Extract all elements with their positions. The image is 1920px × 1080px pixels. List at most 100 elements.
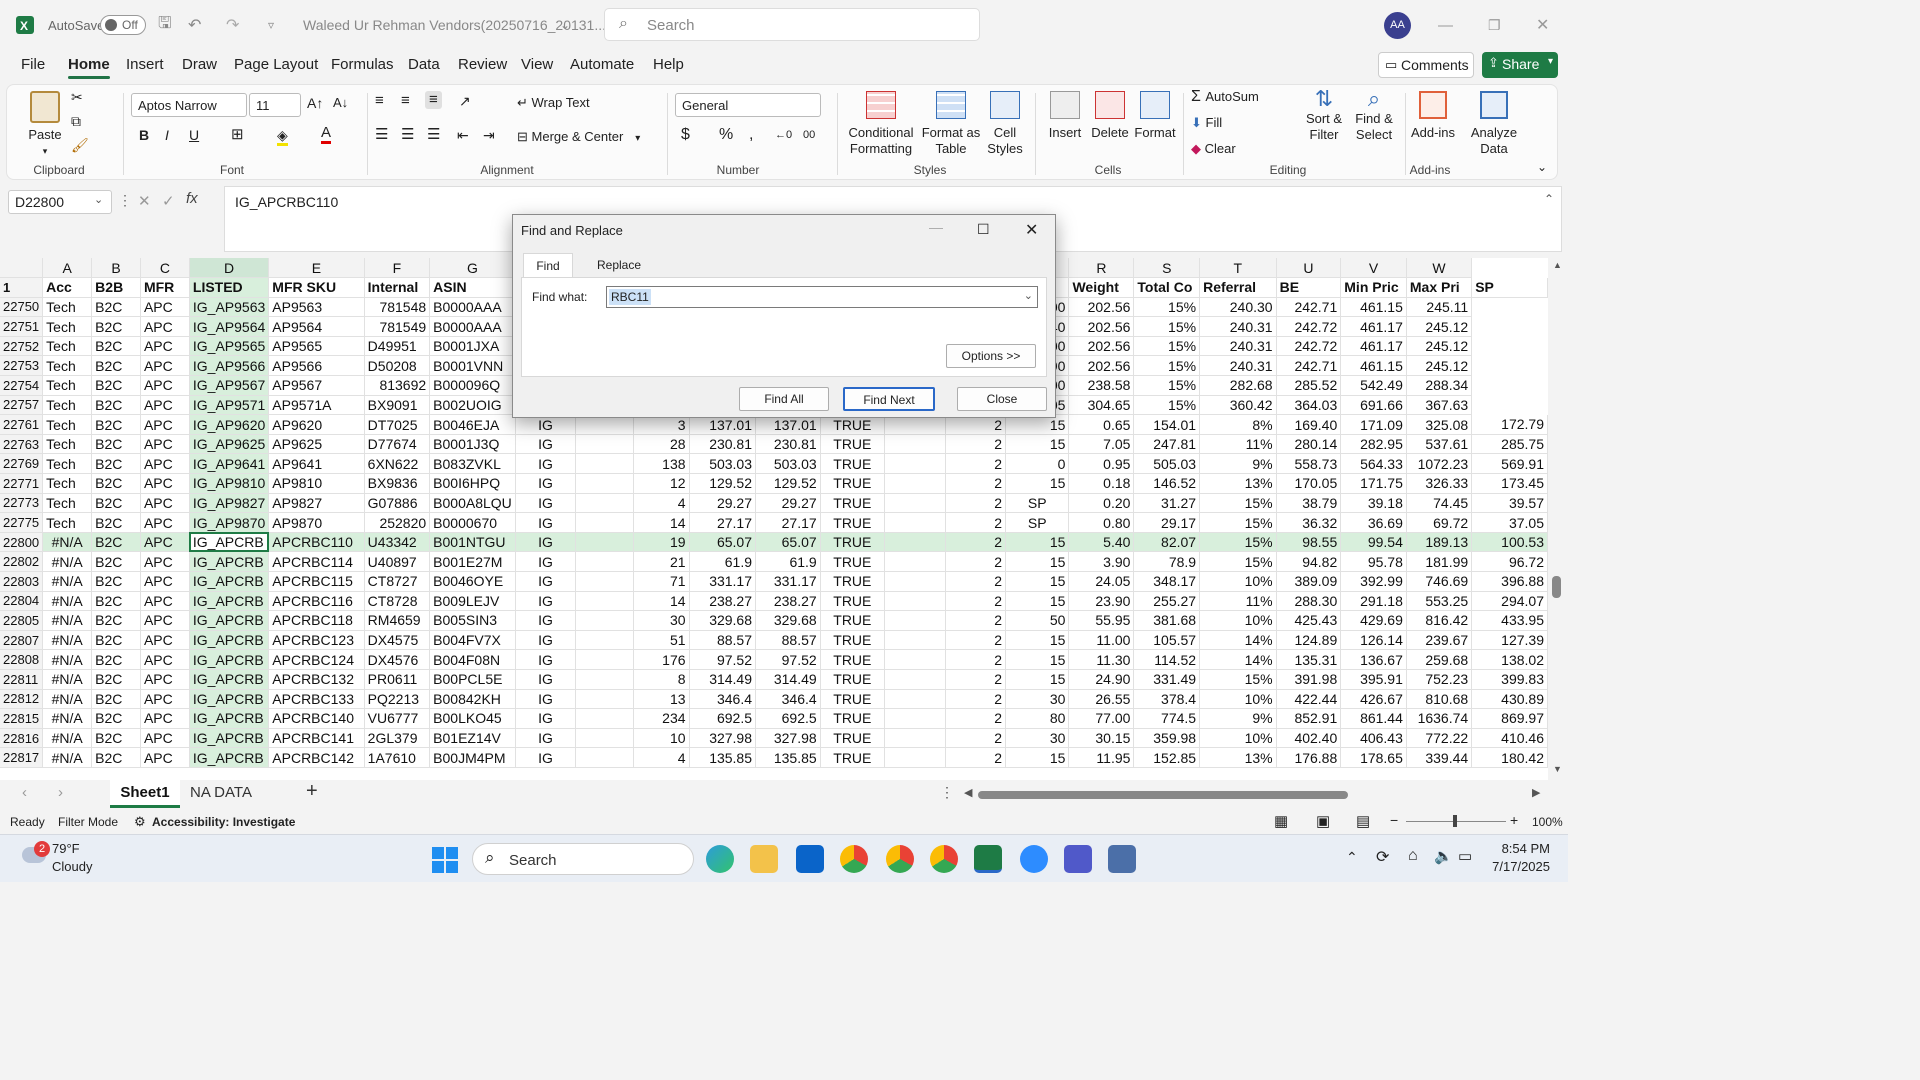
cell[interactable]: APCRBC124 xyxy=(268,649,365,670)
cell[interactable]: 433.95 xyxy=(1471,610,1548,631)
cell[interactable]: APC xyxy=(140,414,190,435)
cell[interactable]: 11% xyxy=(1199,434,1277,455)
sort-filter-button[interactable]: ⇅ Sort & Filter xyxy=(1299,88,1349,143)
cell[interactable]: 202.56 xyxy=(1068,316,1135,337)
row-number[interactable]: 22761 xyxy=(0,414,44,435)
column-header[interactable]: S xyxy=(1133,258,1201,279)
cell[interactable]: 245.12 xyxy=(1406,336,1473,357)
cell[interactable]: 537.61 xyxy=(1406,434,1473,455)
normal-view-icon[interactable]: ▦ xyxy=(1274,812,1288,830)
cell[interactable]: 7.05 xyxy=(1068,434,1135,455)
header-cell[interactable]: Referral xyxy=(1199,277,1277,298)
cell[interactable] xyxy=(884,630,947,651)
cell[interactable]: 2 xyxy=(945,473,1007,494)
cell[interactable]: 171.75 xyxy=(1340,473,1407,494)
cell[interactable]: APC xyxy=(140,355,190,377)
cell[interactable]: 327.98 xyxy=(755,728,821,749)
cell[interactable]: 30 xyxy=(1005,689,1070,710)
cell[interactable]: APC xyxy=(140,493,190,514)
cell[interactable]: 4 xyxy=(633,493,690,514)
cell[interactable]: 0 xyxy=(1005,453,1070,475)
cell[interactable]: B0001J3Q xyxy=(429,434,516,455)
cell[interactable]: APC xyxy=(140,630,190,651)
cell[interactable]: Tech xyxy=(42,453,93,475)
cell[interactable]: 461.15 xyxy=(1340,355,1407,377)
cell[interactable]: SP xyxy=(1005,512,1070,533)
cell[interactable]: 202.56 xyxy=(1068,297,1135,318)
cell[interactable]: 69.72 xyxy=(1406,512,1473,533)
cell[interactable]: 135.31 xyxy=(1276,649,1342,670)
format-painter-icon[interactable]: 🖌 xyxy=(71,137,89,153)
cell[interactable]: B2C xyxy=(91,571,141,592)
row-number[interactable]: 22752 xyxy=(0,336,44,357)
cell[interactable]: 15% xyxy=(1199,493,1277,514)
align-left-icon[interactable]: ☰ xyxy=(375,127,388,143)
cell[interactable]: 129.52 xyxy=(755,473,821,494)
cell[interactable]: B2C xyxy=(91,336,141,357)
taskbar-time[interactable]: 8:54 PM xyxy=(1488,841,1550,856)
cell[interactable]: 61.9 xyxy=(755,551,821,572)
cell[interactable]: 314.49 xyxy=(755,669,821,690)
tab-view[interactable]: View xyxy=(521,56,553,73)
cell[interactable]: 869.97 xyxy=(1471,708,1548,729)
cell[interactable]: APCRBC140 xyxy=(268,708,365,729)
cell[interactable]: 1636.74 xyxy=(1406,708,1473,729)
cell[interactable]: 4 xyxy=(633,747,690,768)
cell[interactable]: DX4575 xyxy=(364,630,431,651)
font-size-select[interactable]: 11 xyxy=(249,93,301,117)
cell[interactable]: IG_APCRB xyxy=(189,689,270,710)
cell[interactable]: 26.55 xyxy=(1068,689,1135,710)
cell[interactable]: B2C xyxy=(91,532,141,553)
cell[interactable]: 252820 xyxy=(364,512,431,533)
cell[interactable]: 27.17 xyxy=(689,512,757,533)
cell[interactable]: APCRBC123 xyxy=(268,630,365,651)
cell[interactable]: APC xyxy=(140,708,190,729)
percent-icon[interactable]: % xyxy=(719,127,733,143)
cell[interactable]: 399.83 xyxy=(1471,669,1548,690)
cell[interactable]: 247.81 xyxy=(1133,434,1201,455)
cell[interactable]: BX9091 xyxy=(364,395,431,416)
row-number[interactable]: 22804 xyxy=(0,591,44,612)
cell[interactable]: SP xyxy=(1005,493,1070,514)
cell[interactable] xyxy=(575,532,634,553)
cell[interactable]: 13% xyxy=(1199,747,1277,768)
cell[interactable]: 542.49 xyxy=(1340,375,1407,396)
bold-icon[interactable]: B xyxy=(139,127,149,143)
next-sheet-icon[interactable]: › xyxy=(58,784,63,801)
cell[interactable]: B01EZ14V xyxy=(429,728,516,749)
cell[interactable]: 29.27 xyxy=(755,493,821,514)
row-number[interactable]: 22815 xyxy=(0,708,44,729)
header-cell[interactable]: BE xyxy=(1276,277,1342,298)
chrome-icon-1[interactable] xyxy=(840,845,868,873)
underline-icon[interactable]: U xyxy=(189,127,199,143)
cell[interactable]: 503.03 xyxy=(755,453,821,475)
tab-insert[interactable]: Insert xyxy=(126,56,164,73)
tab-draw[interactable]: Draw xyxy=(182,56,217,73)
cell[interactable]: 29.17 xyxy=(1133,512,1201,533)
cell[interactable]: D50208 xyxy=(364,355,431,377)
cell[interactable]: APC xyxy=(140,336,190,357)
cell[interactable]: 15 xyxy=(1005,747,1070,768)
cell[interactable]: B004F08N xyxy=(429,649,516,670)
cell[interactable]: APCRBC116 xyxy=(268,591,365,612)
cell[interactable]: 176.88 xyxy=(1276,747,1342,768)
cell[interactable]: 339.44 xyxy=(1406,747,1473,768)
cell[interactable]: APC xyxy=(140,453,190,475)
cell[interactable]: IG xyxy=(515,708,577,729)
cell[interactable]: 24.90 xyxy=(1068,669,1135,690)
cell[interactable]: 691.66 xyxy=(1340,395,1407,416)
cell[interactable]: 234 xyxy=(633,708,690,729)
align-top-icon[interactable]: ≡ xyxy=(375,93,384,109)
cell[interactable]: IG xyxy=(515,747,577,768)
cell[interactable]: 176 xyxy=(633,649,690,670)
cell[interactable]: AP9563 xyxy=(268,297,365,318)
cell[interactable]: 71 xyxy=(633,571,690,592)
cell[interactable]: 9% xyxy=(1199,453,1277,475)
increase-font-icon[interactable]: A↑ xyxy=(307,95,323,111)
cell[interactable]: AP9571A xyxy=(268,395,365,416)
cell[interactable]: IG_AP9625 xyxy=(189,434,270,455)
column-header[interactable]: C xyxy=(140,258,190,279)
more-icon[interactable]: ⋮ xyxy=(118,192,132,209)
cell[interactable]: PQ2213 xyxy=(364,689,431,710)
row-number[interactable]: 22811 xyxy=(0,669,44,690)
